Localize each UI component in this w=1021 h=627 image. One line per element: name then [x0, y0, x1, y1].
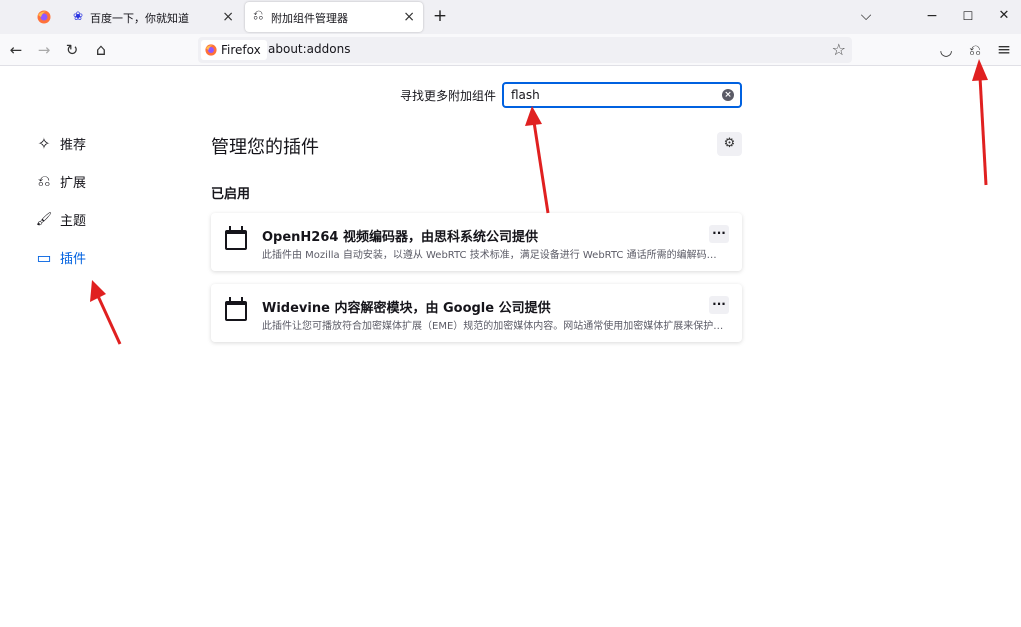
tab-baidu[interactable]: ❀ 百度一下，你就知道 × [64, 2, 242, 32]
puzzle-piece-icon: ⎌ [253, 8, 264, 23]
tab-label: 百度一下，你就知道 [90, 12, 189, 25]
annotation-arrow-plugins [90, 280, 122, 345]
section-enabled-heading: 已启用 [211, 187, 251, 202]
bookmark-star-icon[interactable]: ☆ [832, 40, 846, 59]
category-label: 推荐 [60, 137, 87, 153]
paintbrush-icon: 🖌 [35, 211, 53, 227]
close-tab-icon[interactable]: × [403, 9, 415, 25]
search-label: 寻找更多附加组件 [400, 89, 497, 103]
plugin-icon [225, 226, 247, 250]
plugin-description: 此插件由 Mozilla 自动安装，以遵从 WebRTC 技术标准，满足设备进行… [262, 250, 724, 261]
url-text[interactable]: about:addons [268, 42, 350, 56]
plugin-card-widevine[interactable]: Widevine 内容解密模块，由 Google 公司提供 此插件让您可播放符合… [211, 284, 742, 342]
list-all-tabs-icon[interactable]: ⌵ [856, 6, 876, 26]
close-window-button[interactable]: ✕ [994, 6, 1014, 26]
category-themes[interactable]: 🖌 主题 [34, 208, 86, 230]
firefox-logo-icon [205, 44, 217, 56]
plugin-title[interactable]: Widevine 内容解密模块，由 Google 公司提供 [262, 297, 551, 316]
puzzle-piece-icon: ⎌ [37, 171, 51, 190]
category-label: 插件 [60, 251, 87, 267]
more-options-button[interactable]: ··· [709, 225, 729, 243]
sparkle-icon: ✧ [37, 133, 51, 153]
tab-addons-manager[interactable]: ⎌ 附加组件管理器 × [245, 2, 423, 32]
new-tab-button[interactable]: + [430, 6, 450, 26]
firefox-logo-icon [37, 10, 51, 24]
category-recommendations[interactable]: ✧ 推荐 [34, 132, 86, 154]
home-button[interactable]: ⌂ [91, 40, 111, 60]
plugin-title[interactable]: OpenH264 视频编码器，由思科系统公司提供 [262, 226, 538, 245]
clear-search-icon[interactable]: × [722, 89, 734, 101]
navigation-toolbar: ← → ↻ ⌂ Firefox about:addons ☆ ◡ ⎌ ≡ [0, 34, 1021, 66]
plugin-icon [225, 297, 247, 321]
reload-button[interactable]: ↻ [62, 40, 82, 60]
identity-box[interactable]: Firefox [201, 40, 267, 60]
category-extensions[interactable]: ⎌ 扩展 [34, 170, 86, 192]
plugin-calendar-icon: ▭ [36, 247, 52, 267]
annotation-arrow-extensions [972, 59, 988, 186]
category-label: 扩展 [60, 175, 87, 191]
annotation-arrow-search [525, 106, 550, 214]
minimize-window-button[interactable]: − [922, 6, 942, 26]
tab-strip: ❀ 百度一下，你就知道 × ⎌ 附加组件管理器 × + ⌵ − ☐ ✕ [0, 0, 1021, 34]
pocket-icon[interactable]: ◡ [936, 40, 956, 60]
tab-firefox-home[interactable] [22, 2, 62, 32]
baidu-paw-icon: ❀ [73, 9, 84, 23]
more-options-button[interactable]: ··· [709, 296, 729, 314]
identity-label: Firefox [221, 43, 261, 57]
url-bar[interactable]: Firefox about:addons ☆ [198, 37, 852, 63]
back-button[interactable]: ← [6, 40, 26, 60]
plugin-card-openh264[interactable]: OpenH264 视频编码器，由思科系统公司提供 此插件由 Mozilla 自动… [211, 213, 742, 271]
page-title: 管理您的插件 [211, 137, 319, 158]
forward-button[interactable]: → [34, 40, 54, 60]
category-plugins[interactable]: ▭ 插件 [34, 246, 86, 268]
maximize-window-button[interactable]: ☐ [958, 6, 978, 26]
category-label: 主题 [60, 213, 87, 229]
plugin-description: 此插件让您可播放符合加密媒体扩展（EME）规范的加密媒体内容。网站通常使用加密媒… [262, 321, 724, 332]
tools-gear-icon[interactable]: ⚙ [717, 132, 742, 156]
tab-label: 附加组件管理器 [271, 12, 348, 25]
close-tab-icon[interactable]: × [222, 9, 234, 25]
